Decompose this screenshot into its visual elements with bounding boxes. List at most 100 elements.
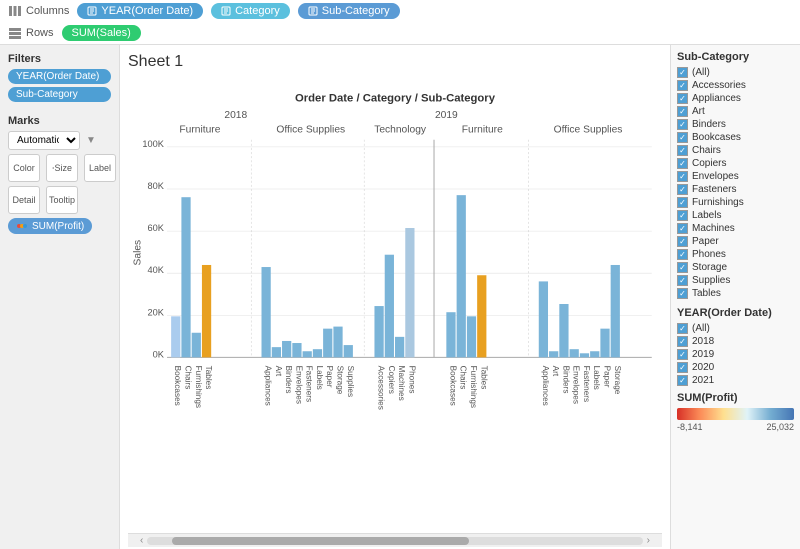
bar-furnishings-2019[interactable] xyxy=(467,316,476,357)
bar-labels-2018[interactable] xyxy=(313,349,322,357)
scroll-left[interactable]: ‹ xyxy=(136,535,147,546)
legend-item[interactable]: ✓Paper xyxy=(677,236,794,247)
bar-chairs-2019[interactable] xyxy=(457,195,466,357)
bar-envelopes-2018[interactable] xyxy=(292,343,301,357)
scrollbar-thumb[interactable] xyxy=(172,537,469,545)
legend-item[interactable]: ✓Chairs xyxy=(677,145,794,156)
bar-appliances-2018[interactable] xyxy=(262,267,271,357)
category-pill[interactable]: Category xyxy=(211,3,290,19)
bar-tables-2019[interactable] xyxy=(477,275,486,357)
legend-checkbox[interactable]: ✓ xyxy=(677,132,688,143)
legend-item[interactable]: ✓Appliances xyxy=(677,93,794,104)
bar-binders-2018[interactable] xyxy=(282,341,291,357)
svg-text:Tables: Tables xyxy=(204,366,213,390)
year-order-date-pill[interactable]: YEAR(Order Date) xyxy=(77,3,203,19)
bar-storage-2019[interactable] xyxy=(611,265,620,357)
legend-checkbox[interactable]: ✓ xyxy=(677,80,688,91)
legend-checkbox[interactable]: ✓ xyxy=(677,106,688,117)
year-legend-item[interactable]: ✓ 2018 xyxy=(677,336,794,347)
legend-item[interactable]: ✓Accessories xyxy=(677,80,794,91)
legend-checkbox[interactable]: ✓ xyxy=(677,67,688,78)
marks-type-select[interactable]: Automatic xyxy=(8,131,80,150)
bar-binders-2019[interactable] xyxy=(559,304,568,357)
bar-labels-2019[interactable] xyxy=(590,351,599,357)
legend-checkbox[interactable]: ✓ xyxy=(677,197,688,208)
year-legend-item[interactable]: ✓2020 xyxy=(677,362,794,373)
legend-checkbox[interactable]: ✓ xyxy=(677,145,688,156)
bar-storage-2018[interactable] xyxy=(333,327,342,358)
sub-category-pill[interactable]: Sub-Category xyxy=(298,3,400,19)
bar-art-2019[interactable] xyxy=(549,351,558,357)
year-legend-checkbox[interactable]: ✓ xyxy=(677,362,688,373)
legend-item[interactable]: ✓Bookcases xyxy=(677,132,794,143)
legend-item[interactable]: ✓Machines xyxy=(677,223,794,234)
legend-checkbox[interactable]: ✓ xyxy=(677,158,688,169)
sub-category-filter[interactable]: Sub-Category xyxy=(8,87,111,102)
bar-envelopes-2019[interactable] xyxy=(570,349,579,357)
label-btn[interactable]: Label xyxy=(84,154,116,182)
bar-paper-2018[interactable] xyxy=(323,329,332,358)
legend-item[interactable]: ✓Labels xyxy=(677,210,794,221)
legend-checkbox[interactable]: ✓ xyxy=(677,275,688,286)
legend-checkbox[interactable]: ✓ xyxy=(677,236,688,247)
year-legend-label: 2018 xyxy=(692,336,714,347)
sum-sales-pill[interactable]: SUM(Sales) xyxy=(62,25,141,41)
scrollbar-track[interactable] xyxy=(147,537,642,545)
bar-chairs-2018[interactable] xyxy=(181,197,190,357)
bar-bookcases-2018[interactable] xyxy=(171,316,180,357)
year-filter[interactable]: YEAR(Order Date) xyxy=(8,69,111,84)
svg-text:Binders: Binders xyxy=(561,366,570,394)
svg-text:Order Date / Category / Sub-Ca: Order Date / Category / Sub-Category xyxy=(295,93,496,105)
year-legend-item[interactable]: ✓2021 xyxy=(677,375,794,386)
legend-checkbox[interactable]: ✓ xyxy=(677,171,688,182)
bar-accessories-2018[interactable] xyxy=(374,306,383,357)
bar-paper-2019[interactable] xyxy=(600,329,609,358)
bar-art-2018[interactable] xyxy=(272,347,281,357)
legend-item[interactable]: ✓Tables xyxy=(677,288,794,299)
legend-checkbox[interactable]: ✓ xyxy=(677,288,688,299)
bar-tables-2018[interactable] xyxy=(202,265,211,357)
legend-item[interactable]: ✓Copiers xyxy=(677,158,794,169)
tooltip-btn[interactable]: Tooltip xyxy=(46,186,78,214)
legend-checkbox[interactable]: ✓ xyxy=(677,210,688,221)
legend-item[interactable]: ✓Fasteners xyxy=(677,184,794,195)
bar-bookcases-2019[interactable] xyxy=(446,312,455,357)
year-legend-label: 2019 xyxy=(692,349,714,360)
year-legend-checkbox[interactable]: ✓ xyxy=(677,349,688,360)
legend-checkbox[interactable]: ✓ xyxy=(677,223,688,234)
main-area: Filters YEAR(Order Date) Sub-Category Ma… xyxy=(0,45,800,549)
year-legend-checkbox[interactable]: ✓ xyxy=(677,375,688,386)
detail-btn[interactable]: Detail xyxy=(8,186,40,214)
legend-item[interactable]: ✓(All) xyxy=(677,67,794,78)
color-btn[interactable]: Color xyxy=(8,154,40,182)
bar-phones-2018[interactable] xyxy=(405,228,414,357)
legend-item[interactable]: ✓Binders xyxy=(677,119,794,130)
year-legend-checkbox[interactable]: ✓ xyxy=(677,336,688,347)
legend-item[interactable]: ✓Phones xyxy=(677,249,794,260)
legend-label: Storage xyxy=(692,262,727,273)
year-legend-checkbox[interactable]: ✓ xyxy=(677,323,688,334)
legend-item[interactable]: ✓ Storage xyxy=(677,262,794,273)
legend-item[interactable]: ✓Supplies xyxy=(677,275,794,286)
legend-checkbox[interactable]: ✓ xyxy=(677,184,688,195)
sum-profit-pill[interactable]: SUM(Profit) xyxy=(8,218,92,234)
year-legend-item[interactable]: ✓ 2019 xyxy=(677,349,794,360)
bar-fasteners-2018[interactable] xyxy=(303,351,312,357)
bar-machines-2018[interactable] xyxy=(395,337,404,358)
legend-item[interactable]: ✓Art xyxy=(677,106,794,117)
svg-text:100K: 100K xyxy=(142,139,164,149)
bar-appliances-2019[interactable] xyxy=(539,281,548,357)
legend-checkbox[interactable]: ✓ xyxy=(677,249,688,260)
scroll-right[interactable]: › xyxy=(643,535,654,546)
legend-checkbox[interactable]: ✓ xyxy=(677,119,688,130)
size-btn[interactable]: Size xyxy=(46,154,78,182)
legend-checkbox[interactable]: ✓ xyxy=(677,93,688,104)
bar-supplies-2018[interactable] xyxy=(344,345,353,357)
bar-fasteners-2019[interactable] xyxy=(580,353,589,357)
year-legend-item[interactable]: ✓(All) xyxy=(677,323,794,334)
bar-furnishings-2018[interactable] xyxy=(192,333,201,358)
legend-item[interactable]: ✓Envelopes xyxy=(677,171,794,182)
legend-item[interactable]: ✓Furnishings xyxy=(677,197,794,208)
legend-checkbox[interactable]: ✓ xyxy=(677,262,688,273)
bar-copiers-2018[interactable] xyxy=(385,255,394,358)
